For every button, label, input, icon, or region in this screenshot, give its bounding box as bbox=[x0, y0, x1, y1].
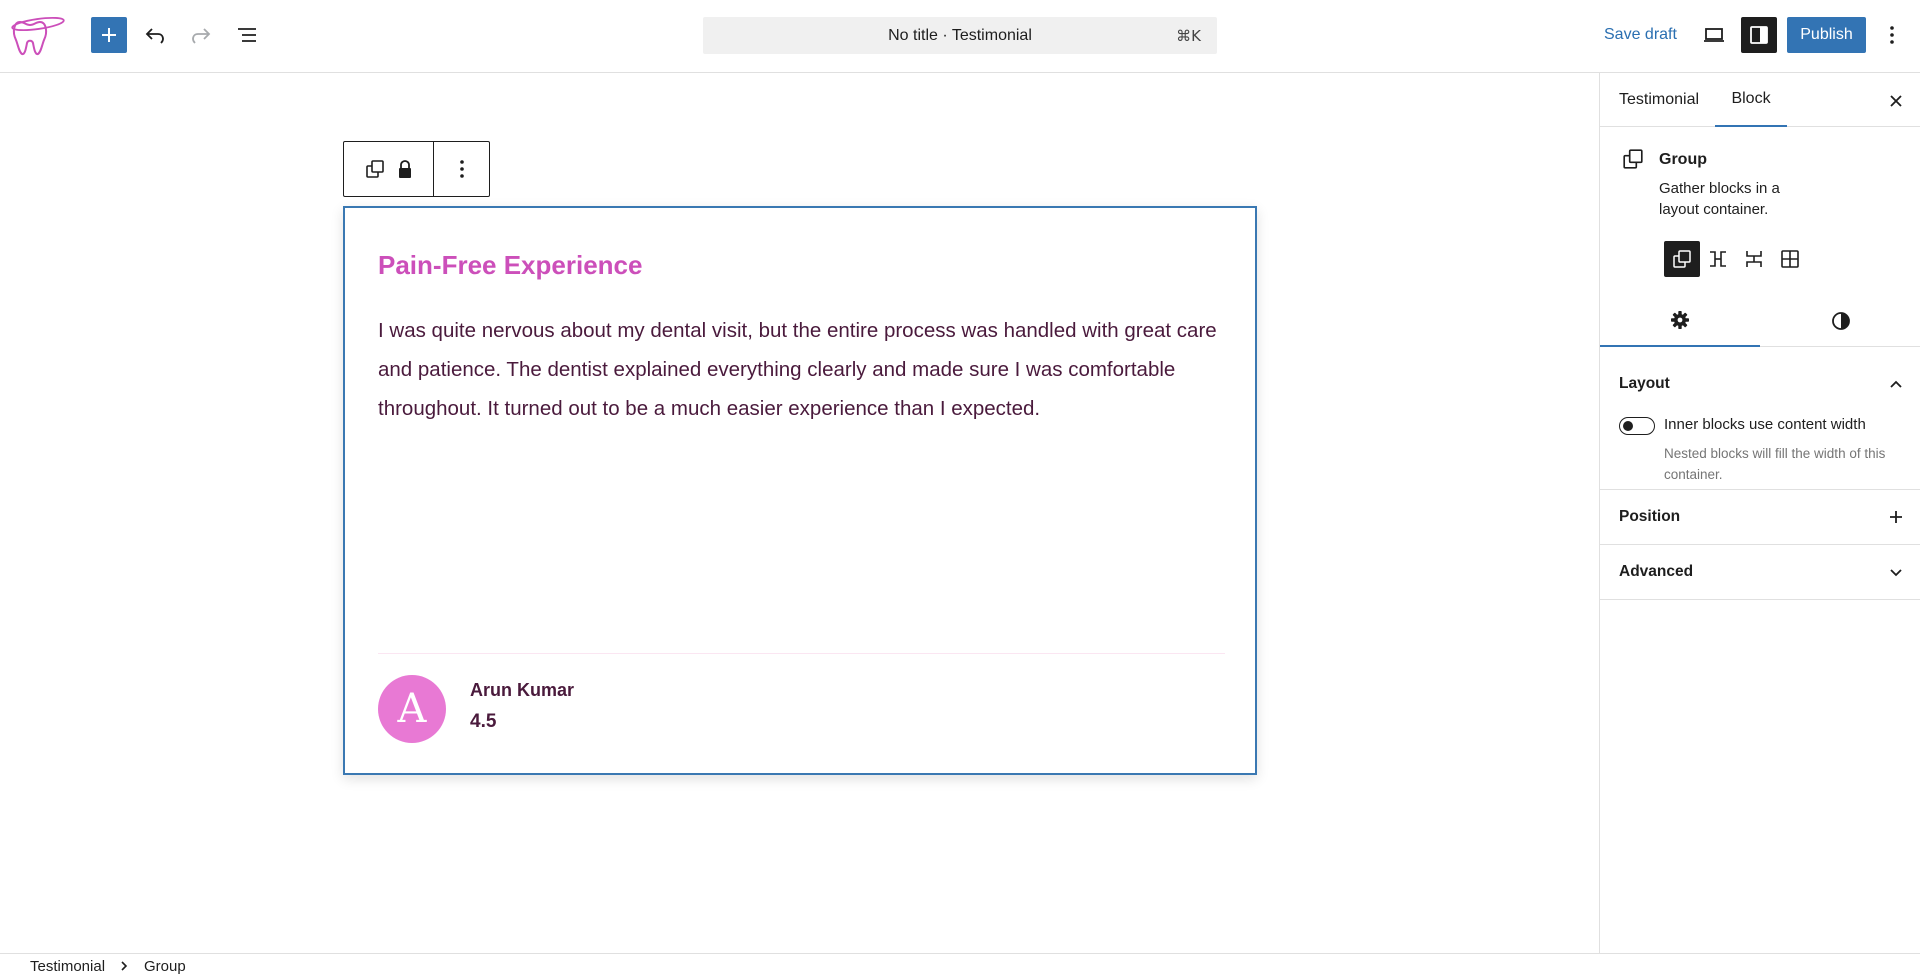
plus-icon[interactable] bbox=[1884, 505, 1908, 529]
publish-button[interactable]: Publish bbox=[1787, 17, 1866, 53]
tab-settings[interactable] bbox=[1600, 295, 1760, 347]
tab-styles[interactable] bbox=[1761, 295, 1920, 347]
chevron-up-icon[interactable] bbox=[1884, 372, 1908, 396]
editor-canvas[interactable]: Pain-Free Experience I was quite nervous… bbox=[0, 73, 1599, 953]
advanced-panel: Advanced bbox=[1600, 545, 1920, 600]
sidebar-tabs: Testimonial Block bbox=[1600, 73, 1920, 127]
block-variations bbox=[1664, 241, 1808, 277]
author-rating[interactable]: 4.5 bbox=[470, 711, 496, 733]
layout-panel-title[interactable]: Layout bbox=[1619, 375, 1670, 393]
tab-block[interactable]: Block bbox=[1715, 73, 1787, 127]
advanced-panel-title[interactable]: Advanced bbox=[1619, 563, 1693, 581]
settings-sidebar-toggle[interactable] bbox=[1741, 17, 1777, 53]
author-name[interactable]: Arun Kumar bbox=[470, 680, 574, 701]
undo-button[interactable] bbox=[137, 17, 173, 53]
close-sidebar-button[interactable] bbox=[1882, 87, 1910, 115]
position-panel-title[interactable]: Position bbox=[1619, 508, 1680, 526]
editor-top-toolbar: No title · Testimonial ⌘K Save draft Pub… bbox=[0, 0, 1920, 73]
save-draft-button[interactable]: Save draft bbox=[1592, 17, 1689, 53]
testimonial-body[interactable]: I was quite nervous about my dental visi… bbox=[378, 311, 1228, 428]
author-avatar[interactable]: A bbox=[378, 675, 446, 743]
options-menu-button[interactable] bbox=[1874, 17, 1910, 53]
block-options-button[interactable] bbox=[434, 142, 489, 196]
content-width-toggle-label[interactable]: Inner blocks use content width bbox=[1664, 416, 1866, 433]
variation-group-button[interactable] bbox=[1664, 241, 1700, 277]
tab-testimonial[interactable]: Testimonial bbox=[1619, 73, 1699, 127]
group-block-icon bbox=[1622, 148, 1644, 170]
contrast-icon bbox=[1831, 311, 1851, 331]
redo-button[interactable] bbox=[183, 17, 219, 53]
document-overview-button[interactable] bbox=[229, 17, 265, 53]
testimonial-separator bbox=[378, 653, 1225, 654]
content-width-toggle[interactable] bbox=[1619, 417, 1655, 435]
variation-row-button[interactable] bbox=[1700, 241, 1736, 277]
testimonial-title[interactable]: Pain-Free Experience bbox=[378, 250, 642, 281]
document-title: No title · Testimonial bbox=[888, 26, 1032, 44]
group-block-icon[interactable] bbox=[365, 159, 385, 179]
chevron-right-icon bbox=[119, 960, 129, 972]
position-panel: Position bbox=[1600, 490, 1920, 545]
block-card-description: Gather blocks in a layout container. bbox=[1659, 180, 1780, 218]
variation-grid-button[interactable] bbox=[1772, 241, 1808, 277]
block-toolbar-group bbox=[344, 142, 434, 196]
lock-icon[interactable] bbox=[397, 159, 413, 179]
block-breadcrumb: Testimonial Group bbox=[0, 953, 1920, 979]
block-card-title: Group bbox=[1659, 151, 1707, 168]
preview-device-button[interactable] bbox=[1696, 17, 1732, 53]
block-toolbar bbox=[343, 141, 490, 197]
content-width-help-text: Nested blocks will fill the width of thi… bbox=[1664, 446, 1886, 482]
settings-sidebar: Testimonial Block Group Gather blocks in… bbox=[1599, 73, 1920, 953]
breadcrumb-item-testimonial[interactable]: Testimonial bbox=[30, 958, 105, 975]
inspector-sub-tabs bbox=[1600, 295, 1920, 347]
site-logo-icon[interactable] bbox=[8, 12, 66, 58]
testimonial-group-block[interactable]: Pain-Free Experience I was quite nervous… bbox=[343, 206, 1257, 775]
block-inserter-button[interactable] bbox=[91, 17, 127, 53]
variation-stack-button[interactable] bbox=[1736, 241, 1772, 277]
chevron-down-icon[interactable] bbox=[1884, 560, 1908, 584]
toggle-knob bbox=[1623, 420, 1633, 431]
command-palette-bar[interactable]: No title · Testimonial ⌘K bbox=[703, 17, 1217, 54]
breadcrumb-item-group[interactable]: Group bbox=[144, 958, 186, 975]
command-shortcut: ⌘K bbox=[1176, 27, 1201, 45]
gear-icon bbox=[1670, 310, 1690, 330]
